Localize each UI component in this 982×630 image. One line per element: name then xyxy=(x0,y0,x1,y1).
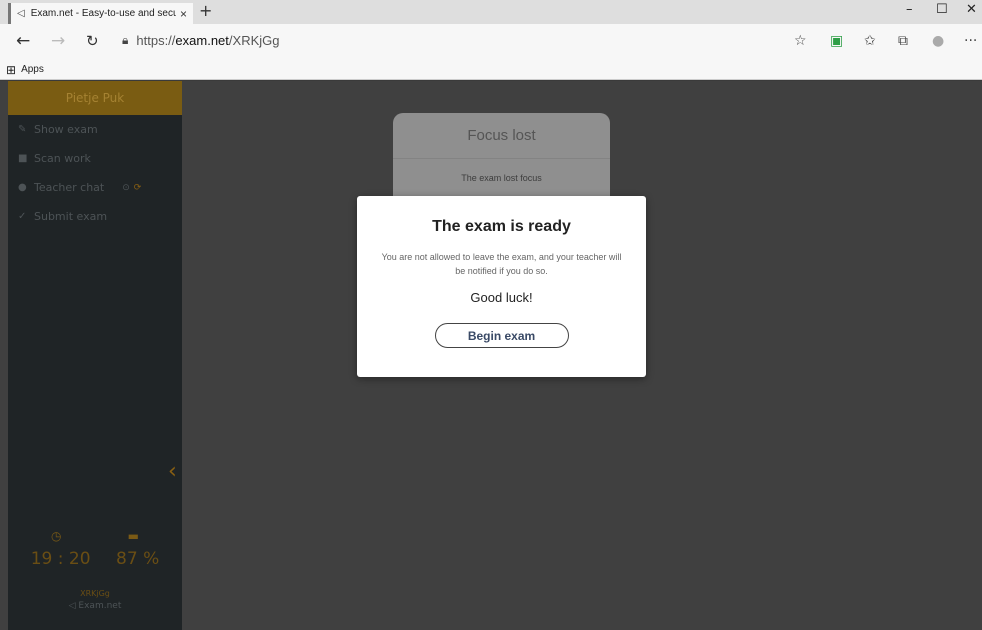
exam-code: XRKjGg xyxy=(80,589,110,598)
chat-refresh-icon[interactable]: ⟳ xyxy=(134,183,142,193)
logo-icon: ◁ xyxy=(68,601,76,611)
favorites-icon[interactable]: ✩ xyxy=(864,33,876,49)
collapse-sidebar-icon[interactable]: ‹ xyxy=(168,459,177,484)
sidebar-item-label: Submit exam xyxy=(34,210,108,223)
exam-net-logo: ◁ Exam.net xyxy=(8,601,182,611)
url-field[interactable]: 🔒︎ https://exam.net/XRKjGg xyxy=(122,33,279,48)
good-luck-text: Good luck! xyxy=(470,290,533,305)
sidebar-item-scan-work[interactable]: ■ Scan work xyxy=(8,144,182,173)
sidebar-item-label: Show exam xyxy=(34,123,98,136)
tab-title: Exam.net - Easy-to-use and secu xyxy=(30,8,176,19)
browser-tab[interactable]: ◁ Exam.net - Easy-to-use and secu × xyxy=(8,3,193,24)
modal-warning-text: You are not allowed to leave the exam, a… xyxy=(381,252,622,276)
camera-icon: ■ xyxy=(18,153,28,164)
close-window-icon[interactable]: ✕ xyxy=(966,2,977,17)
chat-status: ⊙ ⟳ xyxy=(122,183,141,193)
sidebar-item-submit-exam[interactable]: ✓ Submit exam xyxy=(8,202,182,231)
profile-icon[interactable]: ● xyxy=(932,33,944,49)
sidebar-item-label: Scan work xyxy=(34,152,91,165)
sidebar: Pietje Puk ✎ Show exam ■ Scan work ● Tea… xyxy=(8,81,182,630)
apps-bookmark[interactable]: Apps xyxy=(21,64,44,75)
sidebar-item-show-exam[interactable]: ✎ Show exam xyxy=(8,115,182,144)
exam-favicon-icon: ◁ xyxy=(17,8,25,19)
forward-icon[interactable]: → xyxy=(51,31,65,51)
maximize-icon[interactable]: ☐ xyxy=(936,2,948,17)
apps-icon: ⊞ xyxy=(6,62,17,77)
more-icon[interactable]: ··· xyxy=(964,33,977,49)
sidebar-item-teacher-chat[interactable]: ● Teacher chat ⊙ ⟳ xyxy=(8,173,182,202)
modal-title: The exam is ready xyxy=(432,218,571,235)
url-host: exam.net xyxy=(175,33,229,48)
status-stats: ◷ ▬ 19 : 20 87 % xyxy=(8,529,182,569)
minimize-icon[interactable]: – xyxy=(906,2,913,17)
tab-close-icon[interactable]: × xyxy=(180,7,187,21)
back-icon[interactable]: ← xyxy=(16,31,30,51)
lock-icon: 🔒︎ xyxy=(122,33,129,47)
sidebar-item-label: Teacher chat xyxy=(34,181,105,194)
favorite-star-icon[interactable]: ☆ xyxy=(794,33,807,49)
chat-icon: ● xyxy=(18,182,27,193)
focus-lost-title: Focus lost xyxy=(393,113,610,159)
time-value: 19 : 20 xyxy=(30,549,91,569)
check-icon: ✓ xyxy=(18,211,27,222)
address-bar: ← → ↻ 🔒︎ https://exam.net/XRKjGg ☆ ▣ ✩ ⧉… xyxy=(0,24,982,60)
logo-text: Exam.net xyxy=(78,601,122,611)
battery-value: 87 % xyxy=(116,549,160,569)
tab-bar: ◁ Exam.net - Easy-to-use and secu × + – … xyxy=(0,0,982,24)
page-content: Pietje Puk ✎ Show exam ■ Scan work ● Tea… xyxy=(0,81,982,630)
exam-ready-modal: The exam is ready You are not allowed to… xyxy=(357,196,646,377)
clock-icon: ◷ xyxy=(51,529,62,543)
url-scheme: https:// xyxy=(136,33,176,48)
refresh-icon[interactable]: ↻ xyxy=(86,32,99,50)
chat-settings-icon[interactable]: ⊙ xyxy=(122,183,130,193)
extension-icon[interactable]: ▣ xyxy=(830,33,843,49)
collections-icon[interactable]: ⧉ xyxy=(898,33,908,49)
edit-icon: ✎ xyxy=(18,124,27,135)
new-tab-button[interactable]: + xyxy=(199,1,212,20)
begin-exam-button[interactable]: Begin exam xyxy=(434,323,569,348)
url-path: /XRKjGg xyxy=(228,33,280,48)
bookmarks-bar: ⊞ Apps xyxy=(0,60,982,80)
focus-lost-text: The exam lost focus xyxy=(461,173,542,183)
battery-icon: ▬ xyxy=(127,529,139,543)
user-name: Pietje Puk xyxy=(8,81,182,115)
